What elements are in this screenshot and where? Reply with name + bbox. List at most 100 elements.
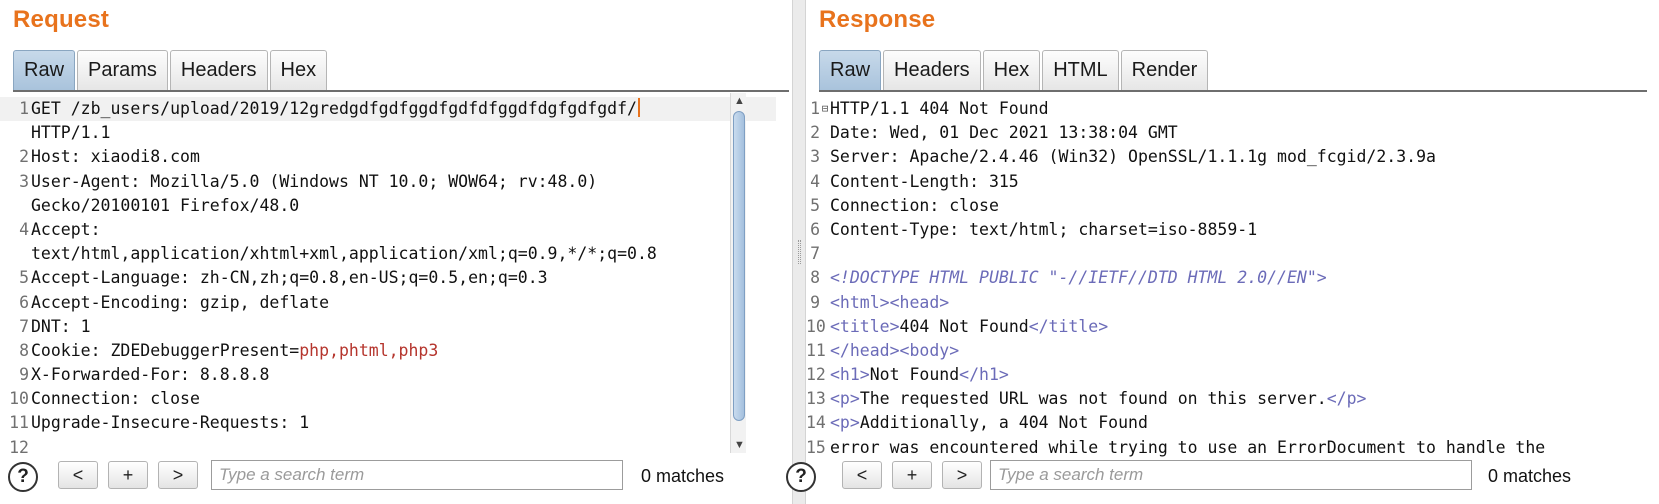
line-number: 6	[810, 219, 820, 239]
request-tab-hex[interactable]: Hex	[269, 50, 328, 90]
fold-gutter	[820, 291, 830, 315]
request-search-bar: ? < + > 0 matches	[0, 458, 792, 504]
line-number: 11	[806, 340, 826, 360]
html-tag-text: <html>	[830, 292, 890, 312]
html-tag-text: <head>	[889, 292, 950, 312]
request-editor[interactable]: 1 GET /zb_users/upload/2019/12gredgdfgdfg…	[0, 97, 776, 482]
line-text: HTTP/1.1 404 Not Found	[830, 97, 1659, 121]
line-text: error was encountered while trying to us…	[830, 436, 1659, 460]
line-number: 3	[810, 147, 820, 167]
line-text: Cookie: ZDEDebuggerPresent=php,phtml,php…	[31, 339, 776, 363]
request-search-input[interactable]	[211, 460, 623, 490]
fold-gutter	[820, 339, 830, 363]
fold-gutter	[820, 145, 830, 169]
line-text: Upgrade-Insecure-Requests: 1	[31, 411, 776, 435]
line-text: Accept:	[31, 218, 776, 242]
request-line: 3 User-Agent: Mozilla/5.0 (Windows NT 10.…	[0, 170, 776, 194]
line-number	[0, 194, 31, 218]
response-tabs: Raw Headers Hex HTML Render	[819, 50, 1210, 90]
line-text: Connection: close	[31, 387, 776, 411]
fold-toggle-icon[interactable]: ⊟	[820, 97, 830, 121]
line-text	[31, 436, 776, 460]
response-tab-headers[interactable]: Headers	[883, 50, 981, 90]
html-tag-text: <h1>	[830, 365, 870, 385]
response-line: 13 <p>The requested URL was not found on …	[806, 387, 1659, 411]
html-tag-text: </head>	[830, 340, 900, 360]
response-tab-render[interactable]: Render	[1120, 50, 1209, 90]
response-search-input[interactable]	[990, 460, 1472, 490]
request-scrollbar[interactable]: ▲ ▼	[730, 93, 746, 453]
line-key-text: Accept-Encoding: gzip, deflate	[31, 292, 330, 312]
request-line: 8 Cookie: ZDEDebuggerPresent=php,phtml,ph…	[0, 339, 776, 363]
request-search-prev-button[interactable]: <	[58, 461, 98, 489]
request-line: Gecko/20100101 Firefox/48.0	[0, 194, 776, 218]
response-line: 5 Connection: close	[806, 194, 1659, 218]
line-number: 8	[810, 268, 820, 288]
html-tag-text: <p>	[830, 413, 860, 433]
line-number: 10	[9, 389, 29, 409]
request-tab-headers[interactable]: Headers	[169, 50, 268, 90]
line-text: Content-Type: text/html; charset=iso-885…	[830, 218, 1659, 242]
response-search-options-button[interactable]: +	[892, 461, 932, 489]
fold-gutter	[820, 194, 830, 218]
html-content-text: The requested URL was not found on this …	[859, 389, 1327, 409]
header-text: Connection: close	[830, 195, 999, 215]
response-match-count: 0 matches	[1488, 466, 1572, 486]
line-text: <title>404 Not Found</title>	[830, 315, 1659, 339]
line-number: 5	[19, 268, 29, 288]
line-text	[830, 242, 1659, 266]
scroll-up-arrow-icon[interactable]: ▲	[734, 95, 745, 107]
line-key-text: X-Forwarded-For: 8.8.8.8	[31, 365, 270, 385]
response-line: 4 Content-Length: 315	[806, 170, 1659, 194]
response-search-prev-button[interactable]: <	[842, 461, 882, 489]
request-tab-raw[interactable]: Raw	[13, 50, 76, 90]
line-text: <html><head>	[830, 291, 1659, 315]
pane-splitter[interactable]	[792, 0, 806, 504]
line-text: <p>The requested URL was not found on th…	[830, 387, 1659, 411]
response-tab-raw[interactable]: Raw	[819, 50, 882, 90]
request-line: 5 Accept-Language: zh-CN,zh;q=0.8,en-US;q…	[0, 266, 776, 290]
header-text: Server: Apache/2.4.46 (Win32) OpenSSL/1.…	[830, 147, 1436, 167]
line-text: DNT: 1	[31, 315, 776, 339]
line-text: Date: Wed, 01 Dec 2021 13:38:04 GMT	[830, 121, 1659, 145]
html-tag-text: </title>	[1028, 316, 1109, 336]
response-tab-hex[interactable]: Hex	[982, 50, 1041, 90]
line-text: <h1>Not Found</h1>	[830, 363, 1659, 387]
response-line: 9 <html><head>	[806, 291, 1659, 315]
request-tab-params[interactable]: Params	[77, 50, 168, 90]
request-line: HTTP/1.1	[0, 121, 776, 145]
header-text: HTTP/1.1 404 Not Found	[830, 99, 1049, 118]
response-tab-html[interactable]: HTML	[1042, 50, 1119, 90]
line-number: 4	[810, 171, 820, 191]
splitter-grip-icon[interactable]	[798, 240, 801, 264]
line-text: Gecko/20100101 Firefox/48.0	[31, 194, 776, 218]
response-editor[interactable]: 1 ⊟ HTTP/1.1 404 Not Found 2 Date: Wed, 01 D…	[806, 97, 1659, 482]
line-value-text: /	[627, 99, 637, 118]
line-text: User-Agent: Mozilla/5.0 (Windows NT 10.0…	[31, 170, 776, 194]
line-number: 9	[19, 365, 29, 385]
response-search-next-button[interactable]: >	[942, 461, 982, 489]
response-tab-underline	[819, 90, 1647, 92]
response-line: 12 <h1>Not Found</h1>	[806, 363, 1659, 387]
line-key-text: Cookie: ZDEDebuggerPresent=	[31, 340, 300, 360]
request-help-button[interactable]: ?	[8, 462, 38, 492]
response-line: 1 ⊟ HTTP/1.1 404 Not Found	[806, 97, 1659, 121]
line-key-text: Upgrade-Insecure-Requests: 1	[31, 413, 310, 433]
line-text: Server: Apache/2.4.46 (Win32) OpenSSL/1.…	[830, 145, 1659, 169]
request-line: 4 Accept:	[0, 218, 776, 242]
line-key-text: text/html,application/xhtml+xml,applicat…	[31, 244, 657, 264]
request-search-next-button[interactable]: >	[158, 461, 198, 489]
request-search-options-button[interactable]: +	[108, 461, 148, 489]
line-value-text: php,phtml,php3	[299, 340, 439, 360]
line-key-text: User-Agent: Mozilla/5.0 (Windows NT 10.0…	[31, 171, 598, 191]
response-pane: Response Raw Headers Hex HTML Render 1 ⊟ H…	[786, 0, 1659, 504]
response-help-button[interactable]: ?	[786, 462, 816, 492]
response-search-bar: ? < + > 0 matches	[786, 458, 1659, 504]
request-scroll-thumb[interactable]	[733, 111, 745, 421]
header-text: Content-Type: text/html; charset=iso-885…	[830, 219, 1258, 239]
scroll-down-arrow-icon[interactable]: ▼	[734, 439, 745, 451]
request-tabs: Raw Params Headers Hex	[13, 50, 329, 90]
html-tag-text: <title>	[830, 316, 900, 336]
request-line: 12	[0, 436, 776, 460]
fold-gutter	[820, 363, 830, 387]
